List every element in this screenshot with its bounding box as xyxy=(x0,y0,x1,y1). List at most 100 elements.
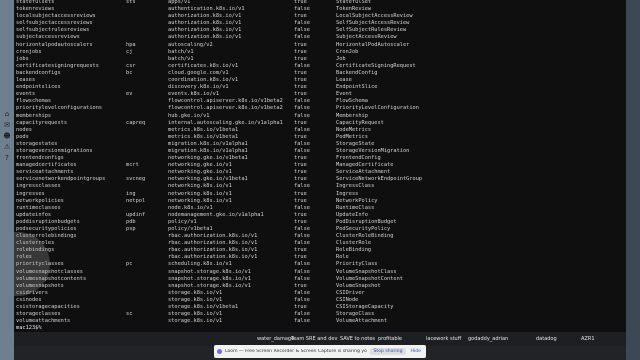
terminal-cell xyxy=(126,169,168,176)
terminal-cell: true xyxy=(294,211,307,218)
hide-button[interactable]: Hide xyxy=(409,349,423,354)
terminal-cell: cronjobs xyxy=(16,48,42,55)
terminal-line: storageversionmigrations migration.k8s.io… xyxy=(14,148,626,155)
terminal-cell xyxy=(126,127,168,134)
terminal-cell: false xyxy=(294,226,310,232)
terminal-line: cronjobs cj batch/v1 true CronJob xyxy=(14,49,626,56)
bookmark-item[interactable]: profitable xyxy=(378,336,402,342)
terminal-line: managedcertificates mcrt networking.gke.io… xyxy=(14,162,626,169)
terminal-line: csinodes storage.k8s.io/v1 false CSINode xyxy=(14,297,626,304)
terminal-cell: SelfSubjectRulesReview xyxy=(336,27,407,34)
terminal-cell xyxy=(126,134,168,141)
terminal-cell: svcneg xyxy=(126,176,146,183)
bookmark-item[interactable]: water_damage xyxy=(257,336,294,342)
desktop-background-right xyxy=(626,0,640,360)
terminal-line: ingresses ing networking.k8s.io/v1 true Ingr… xyxy=(14,191,626,198)
terminal-cell: podsecuritypolicies xyxy=(16,226,77,232)
terminal-cell: nodemanagement.gke.io/v1alpha1 xyxy=(168,211,264,218)
user-icon[interactable]: ☻ xyxy=(1,132,13,141)
terminal-cell: flowcontrol.apiserver.k8s.io/v1beta2 xyxy=(168,98,283,105)
terminal-cell: Role xyxy=(336,254,349,261)
terminal-cell xyxy=(126,297,168,304)
terminal-cell: capacityrequests xyxy=(16,119,68,126)
terminal-prompt-line: mac123$% xyxy=(14,325,626,332)
terminal-line: rolebindings rbac.authorization.k8s.io/v1… xyxy=(14,247,626,254)
bookmark-item[interactable]: datadog xyxy=(536,336,557,342)
terminal-cell: poddisruptionbudgets xyxy=(16,218,80,225)
terminal-cell xyxy=(126,183,168,190)
terminal-line: runtimeclasses node.k8s.io/v1 false Runtime… xyxy=(14,205,626,212)
terminal-cell: StorageVersionMigration xyxy=(336,147,410,154)
terminal-cell: true xyxy=(294,197,307,204)
terminal-cell: leases xyxy=(16,77,36,84)
terminal-cell: storage.k8s.io/v1 xyxy=(168,289,223,296)
terminal-cell xyxy=(126,56,168,63)
terminal-cell: true xyxy=(294,254,307,261)
terminal-cell: PriorityLevelConfiguration xyxy=(336,105,419,112)
help-icon[interactable]: ? xyxy=(1,154,13,163)
terminal-cell: true xyxy=(294,162,307,169)
terminal-cell: true xyxy=(294,133,307,140)
terminal-cell: networking.k8s.io/v1 xyxy=(168,197,232,204)
terminal-window[interactable]: statefulsets sts apps/v1 true StatefulSet tok… xyxy=(14,0,626,332)
terminal-line: serviceattachments networking.gke.io/v1 tr… xyxy=(14,169,626,176)
terminal-cell: true xyxy=(294,247,307,254)
warning-icon[interactable]: ⚠ xyxy=(1,143,13,152)
terminal-cell: horizontalpodautoscalers xyxy=(16,41,93,48)
terminal-cell xyxy=(126,233,168,240)
bookmark-item[interactable]: AZR1 xyxy=(581,336,595,342)
terminal-cell: RoleBinding xyxy=(336,247,372,254)
terminal-cell: CSIDriver xyxy=(336,289,365,296)
terminal-cell: memberships xyxy=(16,112,52,119)
terminal-cell: networking.gke.io/v1 xyxy=(168,162,232,169)
terminal-cell: false xyxy=(294,105,310,112)
terminal-cell: coordination.k8s.io/v1 xyxy=(168,77,239,84)
terminal-cell: hub.gke.io/v1 xyxy=(168,112,210,119)
terminal-cell: VolumeSnapshot xyxy=(336,282,381,289)
terminal-cell xyxy=(126,105,168,112)
bookmark-item[interactable]: Team SRE and dev xyxy=(291,336,337,342)
terminal-cell: batch/v1 xyxy=(168,55,194,62)
terminal-cell: true xyxy=(294,91,307,98)
terminal-line: clusterrolebindings rbac.authorization.k8… xyxy=(14,233,626,240)
terminal-cell: nodes xyxy=(16,126,32,133)
bookmarks-bar: water_damage Team SRE and dev SAVE to note… xyxy=(14,332,626,346)
terminal-line: volumeattachments storage.k8s.io/v1 false V… xyxy=(14,318,626,325)
terminal-cell: pods xyxy=(16,133,29,140)
terminal-cell: false xyxy=(294,34,310,41)
bookmark-item[interactable]: godaddy_adrian xyxy=(468,336,508,342)
terminal-cell: PodMetrics xyxy=(336,133,368,140)
terminal-cell: PodDisruptionBudget xyxy=(336,218,397,225)
terminal-line: frontendconfigs networking.gke.io/v1beta1… xyxy=(14,155,626,162)
terminal-cell: runtimeclasses xyxy=(16,204,61,211)
terminal-cell: events.k8s.io/v1 xyxy=(168,91,220,98)
terminal-line: jobs batch/v1 true Job xyxy=(14,56,626,63)
terminal-cell: true xyxy=(294,13,307,20)
terminal-cell: ev xyxy=(126,91,133,98)
terminal-cell: storagestates xyxy=(16,140,58,147)
terminal-line: storagestates migration.k8s.io/v1alpha1 fa… xyxy=(14,141,626,148)
terminal-cell: sc xyxy=(126,311,133,318)
mail-icon[interactable]: ✉ xyxy=(1,121,13,130)
terminal-cell: authorization.k8s.io/v1 xyxy=(168,27,242,34)
terminal-cell: false xyxy=(294,233,310,240)
desktop-background-left xyxy=(0,0,14,360)
terminal-cell xyxy=(126,13,168,20)
terminal-cell: Membership xyxy=(336,112,368,119)
stop-sharing-button[interactable]: Stop sharing xyxy=(370,348,406,355)
terminal-cell: rbac.authorization.k8s.io/v1 xyxy=(168,240,258,247)
terminal-cell: policy/v1 xyxy=(168,218,197,225)
terminal-line: localsubjectaccessreviews authorization.k… xyxy=(14,13,626,20)
terminal-cell xyxy=(126,141,168,148)
terminal-cell: flowcontrol.apiserver.k8s.io/v1beta2 xyxy=(168,105,283,112)
terminal-line: updateinfos updinf nodemanagement.gke.io/v… xyxy=(14,212,626,219)
terminal-cell: false xyxy=(294,62,310,69)
bookmark-item[interactable]: SAVE to notes xyxy=(340,336,375,342)
bookmark-item[interactable]: lacework stuff xyxy=(426,336,461,342)
terminal-cell: storage.k8s.io/v1 xyxy=(168,311,223,318)
terminal-cell: rbac.authorization.k8s.io/v1 xyxy=(168,233,258,240)
terminal-cell: subjectaccessreviews xyxy=(16,34,80,41)
terminal-cell: true xyxy=(294,176,307,183)
terminal-line: roles rbac.authorization.k8s.io/v1 true Rol… xyxy=(14,254,626,261)
home-icon[interactable]: ⌂ xyxy=(1,110,13,119)
